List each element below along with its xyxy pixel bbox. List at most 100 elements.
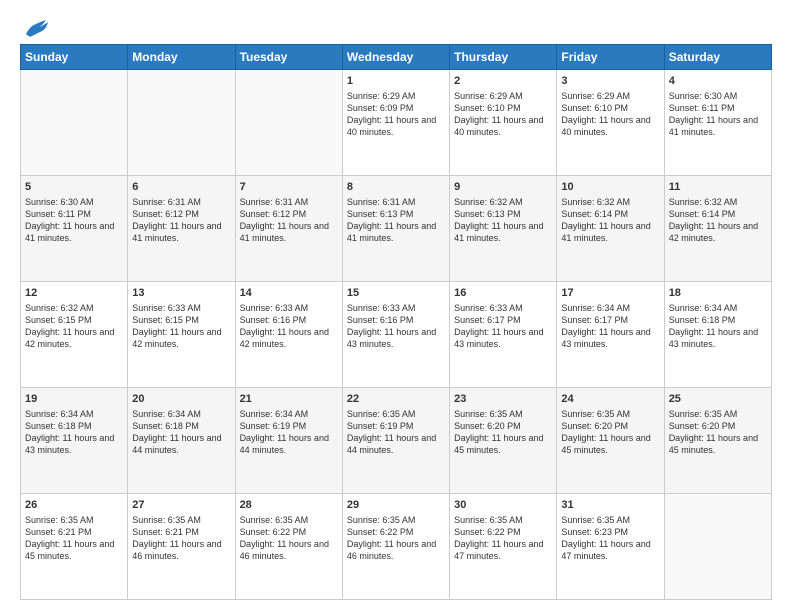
day-info: Sunrise: 6:30 AMSunset: 6:11 PMDaylight:… [669, 90, 767, 139]
day-number: 14 [240, 286, 338, 301]
day-info: Sunrise: 6:34 AMSunset: 6:19 PMDaylight:… [240, 408, 338, 457]
day-number: 7 [240, 180, 338, 195]
calendar-cell: 22Sunrise: 6:35 AMSunset: 6:19 PMDayligh… [342, 388, 449, 494]
calendar-cell: 2Sunrise: 6:29 AMSunset: 6:10 PMDaylight… [450, 70, 557, 176]
logo-text [20, 16, 50, 38]
calendar-cell: 11Sunrise: 6:32 AMSunset: 6:14 PMDayligh… [664, 176, 771, 282]
week-row-3: 12Sunrise: 6:32 AMSunset: 6:15 PMDayligh… [21, 282, 772, 388]
day-info: Sunrise: 6:35 AMSunset: 6:22 PMDaylight:… [347, 514, 445, 563]
day-number: 30 [454, 498, 552, 513]
day-info: Sunrise: 6:34 AMSunset: 6:18 PMDaylight:… [132, 408, 230, 457]
day-number: 12 [25, 286, 123, 301]
day-number: 18 [669, 286, 767, 301]
day-info: Sunrise: 6:35 AMSunset: 6:20 PMDaylight:… [561, 408, 659, 457]
calendar-cell: 9Sunrise: 6:32 AMSunset: 6:13 PMDaylight… [450, 176, 557, 282]
day-info: Sunrise: 6:35 AMSunset: 6:22 PMDaylight:… [454, 514, 552, 563]
calendar-cell: 5Sunrise: 6:30 AMSunset: 6:11 PMDaylight… [21, 176, 128, 282]
day-info: Sunrise: 6:35 AMSunset: 6:19 PMDaylight:… [347, 408, 445, 457]
day-info: Sunrise: 6:35 AMSunset: 6:20 PMDaylight:… [669, 408, 767, 457]
day-info: Sunrise: 6:30 AMSunset: 6:11 PMDaylight:… [25, 196, 123, 245]
page: SundayMondayTuesdayWednesdayThursdayFrid… [0, 0, 792, 612]
calendar-cell: 27Sunrise: 6:35 AMSunset: 6:21 PMDayligh… [128, 494, 235, 600]
day-number: 28 [240, 498, 338, 513]
calendar-cell: 19Sunrise: 6:34 AMSunset: 6:18 PMDayligh… [21, 388, 128, 494]
day-number: 8 [347, 180, 445, 195]
weekday-header-thursday: Thursday [450, 45, 557, 70]
weekday-header-friday: Friday [557, 45, 664, 70]
day-info: Sunrise: 6:32 AMSunset: 6:13 PMDaylight:… [454, 196, 552, 245]
day-number: 20 [132, 392, 230, 407]
day-info: Sunrise: 6:33 AMSunset: 6:16 PMDaylight:… [347, 302, 445, 351]
day-number: 1 [347, 74, 445, 89]
day-number: 26 [25, 498, 123, 513]
day-info: Sunrise: 6:34 AMSunset: 6:18 PMDaylight:… [25, 408, 123, 457]
day-info: Sunrise: 6:31 AMSunset: 6:12 PMDaylight:… [132, 196, 230, 245]
day-number: 3 [561, 74, 659, 89]
day-number: 16 [454, 286, 552, 301]
day-number: 27 [132, 498, 230, 513]
weekday-header-sunday: Sunday [21, 45, 128, 70]
day-info: Sunrise: 6:35 AMSunset: 6:22 PMDaylight:… [240, 514, 338, 563]
day-number: 13 [132, 286, 230, 301]
day-info: Sunrise: 6:32 AMSunset: 6:14 PMDaylight:… [561, 196, 659, 245]
day-info: Sunrise: 6:34 AMSunset: 6:18 PMDaylight:… [669, 302, 767, 351]
week-row-1: 1Sunrise: 6:29 AMSunset: 6:09 PMDaylight… [21, 70, 772, 176]
day-number: 19 [25, 392, 123, 407]
calendar-cell: 20Sunrise: 6:34 AMSunset: 6:18 PMDayligh… [128, 388, 235, 494]
calendar-cell: 29Sunrise: 6:35 AMSunset: 6:22 PMDayligh… [342, 494, 449, 600]
calendar-cell: 18Sunrise: 6:34 AMSunset: 6:18 PMDayligh… [664, 282, 771, 388]
day-number: 22 [347, 392, 445, 407]
calendar-cell: 12Sunrise: 6:32 AMSunset: 6:15 PMDayligh… [21, 282, 128, 388]
calendar-cell: 25Sunrise: 6:35 AMSunset: 6:20 PMDayligh… [664, 388, 771, 494]
day-info: Sunrise: 6:32 AMSunset: 6:14 PMDaylight:… [669, 196, 767, 245]
day-number: 9 [454, 180, 552, 195]
calendar-cell [664, 494, 771, 600]
weekday-header-wednesday: Wednesday [342, 45, 449, 70]
calendar-cell [128, 70, 235, 176]
calendar-cell [235, 70, 342, 176]
day-info: Sunrise: 6:35 AMSunset: 6:21 PMDaylight:… [132, 514, 230, 563]
day-number: 24 [561, 392, 659, 407]
day-number: 15 [347, 286, 445, 301]
calendar-cell: 3Sunrise: 6:29 AMSunset: 6:10 PMDaylight… [557, 70, 664, 176]
weekday-header-row: SundayMondayTuesdayWednesdayThursdayFrid… [21, 45, 772, 70]
calendar-cell: 15Sunrise: 6:33 AMSunset: 6:16 PMDayligh… [342, 282, 449, 388]
weekday-header-tuesday: Tuesday [235, 45, 342, 70]
calendar-cell: 30Sunrise: 6:35 AMSunset: 6:22 PMDayligh… [450, 494, 557, 600]
day-info: Sunrise: 6:33 AMSunset: 6:17 PMDaylight:… [454, 302, 552, 351]
calendar-cell: 6Sunrise: 6:31 AMSunset: 6:12 PMDaylight… [128, 176, 235, 282]
calendar-cell: 26Sunrise: 6:35 AMSunset: 6:21 PMDayligh… [21, 494, 128, 600]
day-number: 4 [669, 74, 767, 89]
header [20, 16, 772, 34]
calendar-cell: 14Sunrise: 6:33 AMSunset: 6:16 PMDayligh… [235, 282, 342, 388]
day-number: 10 [561, 180, 659, 195]
day-info: Sunrise: 6:29 AMSunset: 6:09 PMDaylight:… [347, 90, 445, 139]
day-number: 2 [454, 74, 552, 89]
day-info: Sunrise: 6:35 AMSunset: 6:23 PMDaylight:… [561, 514, 659, 563]
day-number: 21 [240, 392, 338, 407]
calendar-cell: 13Sunrise: 6:33 AMSunset: 6:15 PMDayligh… [128, 282, 235, 388]
day-number: 5 [25, 180, 123, 195]
calendar-cell: 7Sunrise: 6:31 AMSunset: 6:12 PMDaylight… [235, 176, 342, 282]
calendar-cell: 10Sunrise: 6:32 AMSunset: 6:14 PMDayligh… [557, 176, 664, 282]
day-number: 31 [561, 498, 659, 513]
weekday-header-monday: Monday [128, 45, 235, 70]
week-row-5: 26 Sunrise: 6:35 AMSunset: 6:21 PMDayligh… [21, 494, 772, 600]
day-info: Sunrise: 6:35 AMSunset: 6:20 PMDaylight:… [454, 408, 552, 457]
logo-bird-icon [22, 16, 50, 38]
calendar-cell: 21Sunrise: 6:34 AMSunset: 6:19 PMDayligh… [235, 388, 342, 494]
calendar-cell: 1Sunrise: 6:29 AMSunset: 6:09 PMDaylight… [342, 70, 449, 176]
calendar-cell: 28Sunrise: 6:35 AMSunset: 6:22 PMDayligh… [235, 494, 342, 600]
day-info: Sunrise: 6:33 AMSunset: 6:16 PMDaylight:… [240, 302, 338, 351]
day-info: Sunrise: 6:29 AMSunset: 6:10 PMDaylight:… [454, 90, 552, 139]
day-number: 6 [132, 180, 230, 195]
day-number: 17 [561, 286, 659, 301]
day-number: 29 [347, 498, 445, 513]
calendar-cell: 23Sunrise: 6:35 AMSunset: 6:20 PMDayligh… [450, 388, 557, 494]
calendar-cell: 24Sunrise: 6:35 AMSunset: 6:20 PMDayligh… [557, 388, 664, 494]
calendar-cell: 17Sunrise: 6:34 AMSunset: 6:17 PMDayligh… [557, 282, 664, 388]
day-info: Sunrise: 6:33 AMSunset: 6:15 PMDaylight:… [132, 302, 230, 351]
week-row-2: 5Sunrise: 6:30 AMSunset: 6:11 PMDaylight… [21, 176, 772, 282]
day-info: Sunrise: 6:34 AMSunset: 6:17 PMDaylight:… [561, 302, 659, 351]
day-info: Sunrise: 6:31 AMSunset: 6:12 PMDaylight:… [240, 196, 338, 245]
